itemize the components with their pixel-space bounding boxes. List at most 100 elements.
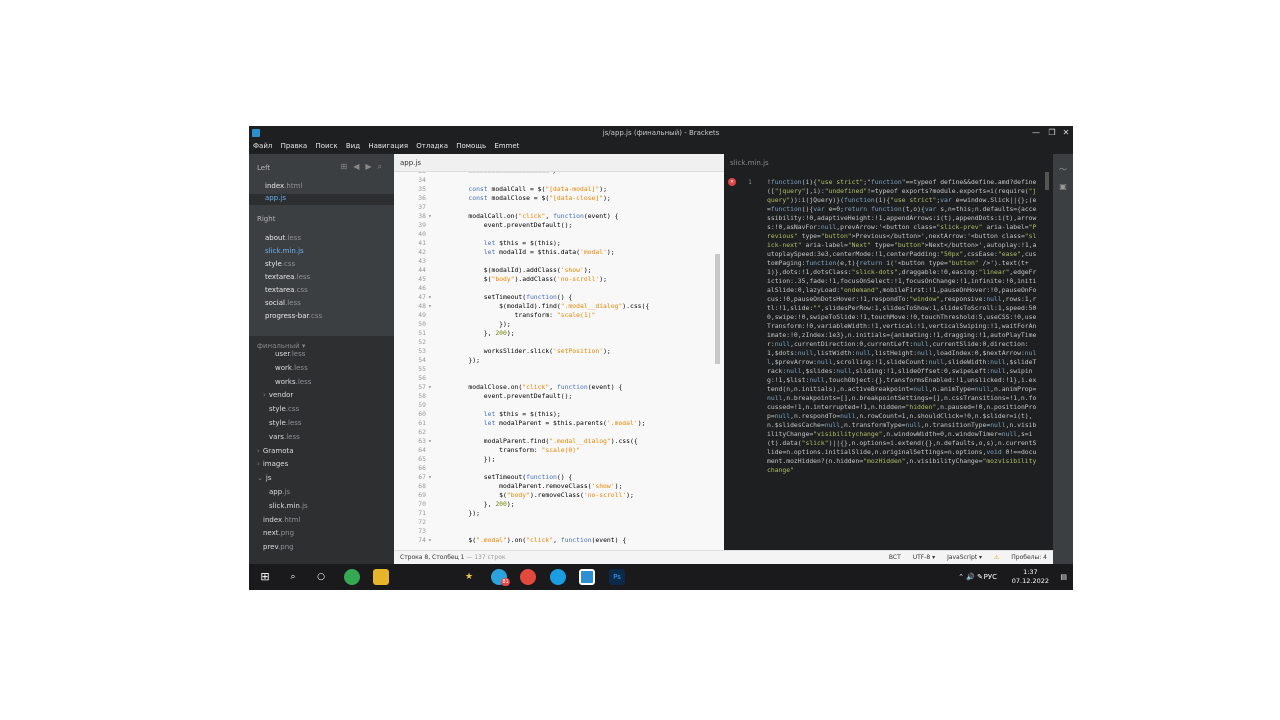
tree-file-item[interactable]: prev.png [263,543,294,551]
working-file-item[interactable]: style.css [265,260,295,268]
code-line: 44 $(modalId).addClass('show'); [394,266,712,275]
menu-navigate[interactable]: Навигация [368,142,408,150]
windows-taskbar: ⊞ ⌕ ○ ★ 81 Ps ⌃ 🔊 ✎ РУС 1:37 07.12.2022 ▤ [249,564,1073,590]
minimize-button[interactable]: — [1030,126,1042,140]
language-select[interactable]: JavaScript ▾ [947,554,982,561]
code-text: modalCall.on("click", function(event) { [453,212,619,220]
pane-tab-app-js[interactable]: app.js [394,154,724,172]
code-line: 51 }, 200); [394,329,712,338]
back-icon[interactable]: ◀ [353,162,365,171]
code-line: 67 ▾ setTimeout(function() { [394,473,712,482]
tree-item-name: style [269,419,286,427]
line-number: 65 [418,455,426,463]
error-icon[interactable]: ✕ [728,178,736,186]
fold-chevron-icon[interactable]: ▾ [428,473,432,482]
edge-icon[interactable] [550,569,566,585]
language-indicator[interactable]: РУС [984,564,997,590]
encoding-select[interactable]: UTF-8 ▾ [913,554,935,561]
warning-icon[interactable]: ⚠ [994,554,999,561]
editor-scrollbar-right[interactable] [1045,172,1049,190]
menu-file[interactable]: Файл [253,142,272,150]
menu-debug[interactable]: Отладка [416,142,448,150]
fold-chevron-icon[interactable]: ▾ [428,536,432,545]
close-button[interactable]: ✕ [1060,126,1072,140]
line-number: 67 [418,473,426,481]
menu-emmet[interactable]: Emmet [494,142,519,150]
editor-scrollbar[interactable] [715,254,720,364]
tree-file-item[interactable]: works.less [275,378,311,386]
brackets-taskbar-icon[interactable] [579,569,595,585]
tree-file-item[interactable]: app.js [269,488,290,496]
clock[interactable]: 1:37 07.12.2022 [1012,568,1049,586]
start-icon[interactable]: ⊞ [257,569,273,585]
line-number: 45 [418,275,426,283]
search-icon[interactable]: ⌕ [285,569,301,585]
working-file-item[interactable]: slick.min.js [265,247,304,255]
fold-chevron-icon[interactable]: ▾ [428,383,432,392]
tree-file-item[interactable]: style.less [269,419,302,427]
working-file-item[interactable]: social.less [265,299,301,307]
insert-mode[interactable]: ВСТ [889,554,901,561]
menu-view[interactable]: Вид [346,142,360,150]
file-explorer-icon[interactable] [373,569,389,585]
project-dropdown[interactable]: финальный ▾ [257,342,305,350]
tree-folder-item[interactable]: › Gramota [257,447,294,455]
tree-file-item[interactable]: style.css [269,405,299,413]
folder-chevron-icon: › [257,460,260,469]
chrome-icon[interactable] [520,569,536,585]
pane-tab-slick-min-js[interactable]: slick.min.js [724,154,1053,172]
menu-find[interactable]: Поиск [315,142,337,150]
fold-chevron-icon[interactable]: ▾ [428,437,432,446]
tree-file-item[interactable]: index.html [263,516,300,524]
tree-item-name: images [262,460,289,469]
tree-folder-item[interactable]: ⌄ js [257,474,271,482]
line-number: 52 [418,338,426,346]
code-editor-right[interactable]: ✕ 1 !function(i){"use strict";"function"… [724,172,1053,546]
search-icon[interactable]: ⌕ [378,162,388,171]
working-file-item[interactable]: about.less [265,234,301,242]
line-number: 1 [748,178,752,186]
split-view-icon[interactable]: ⊞ [341,162,354,171]
code-editor-left[interactable]: 33 =====================*/3435 const mod… [394,172,724,546]
tree-item-ext: .js [299,501,308,510]
code-line: !function(i){"use strict";"function"==ty… [767,178,1037,474]
task-view-icon[interactable]: ○ [313,569,329,585]
tree-file-item[interactable]: user.less [275,350,305,358]
working-file-item[interactable]: index.html [265,182,302,190]
app-green-icon[interactable] [344,569,360,585]
menu-help[interactable]: Помощь [456,142,486,150]
fold-chevron-icon[interactable]: ▾ [428,302,432,311]
working-file-item[interactable]: textarea.css [265,286,308,294]
line-number: 63 [418,437,426,445]
working-file-item[interactable]: textarea.less [265,273,310,281]
indent-setting[interactable]: Пробелы: 4 [1011,554,1047,561]
tray-icons[interactable]: ⌃ 🔊 ✎ [958,564,983,590]
working-file-item[interactable]: progress-bar.css [265,312,322,320]
tree-file-item[interactable]: next.png [263,529,294,537]
extension-manager-icon[interactable]: ▣ [1058,182,1068,191]
tree-folder-item[interactable]: › images [257,460,288,468]
working-file-item-selected[interactable]: app.js [249,194,394,205]
file-ext: .less [294,273,311,281]
star-app-icon[interactable]: ★ [461,569,477,585]
tree-file-item[interactable]: vars.less [269,433,300,441]
tree-file-item[interactable]: slick.min.js [269,502,308,510]
maximize-button[interactable]: ❐ [1046,126,1058,140]
code-line: 64 transform: "scale(0)" [394,446,712,455]
date: 07.12.2022 [1011,577,1049,585]
menu-edit[interactable]: Правка [281,142,308,150]
tree-folder-item[interactable]: › vendor [263,391,293,399]
fold-chevron-icon[interactable]: ▾ [428,293,432,302]
code-text: =====================*/ [453,172,557,175]
live-preview-icon[interactable]: 〜 [1058,164,1068,174]
code-line: 36 const modalClose = $("[data-close]"); [394,194,712,203]
code-line: 62 [394,428,712,437]
fold-chevron-icon[interactable]: ▾ [428,212,432,221]
photoshop-icon[interactable]: Ps [609,569,625,585]
code-text: event.preventDefault(); [453,392,573,400]
tree-item-ext: .js [282,488,291,496]
notifications-icon[interactable]: ▤ [1060,564,1067,590]
status-bar: Строка 8, Столбец 1 — 137 строк ВСТ UTF-… [394,550,1053,564]
forward-icon[interactable]: ▶ [365,162,377,171]
tree-file-item[interactable]: work.less [275,364,308,372]
